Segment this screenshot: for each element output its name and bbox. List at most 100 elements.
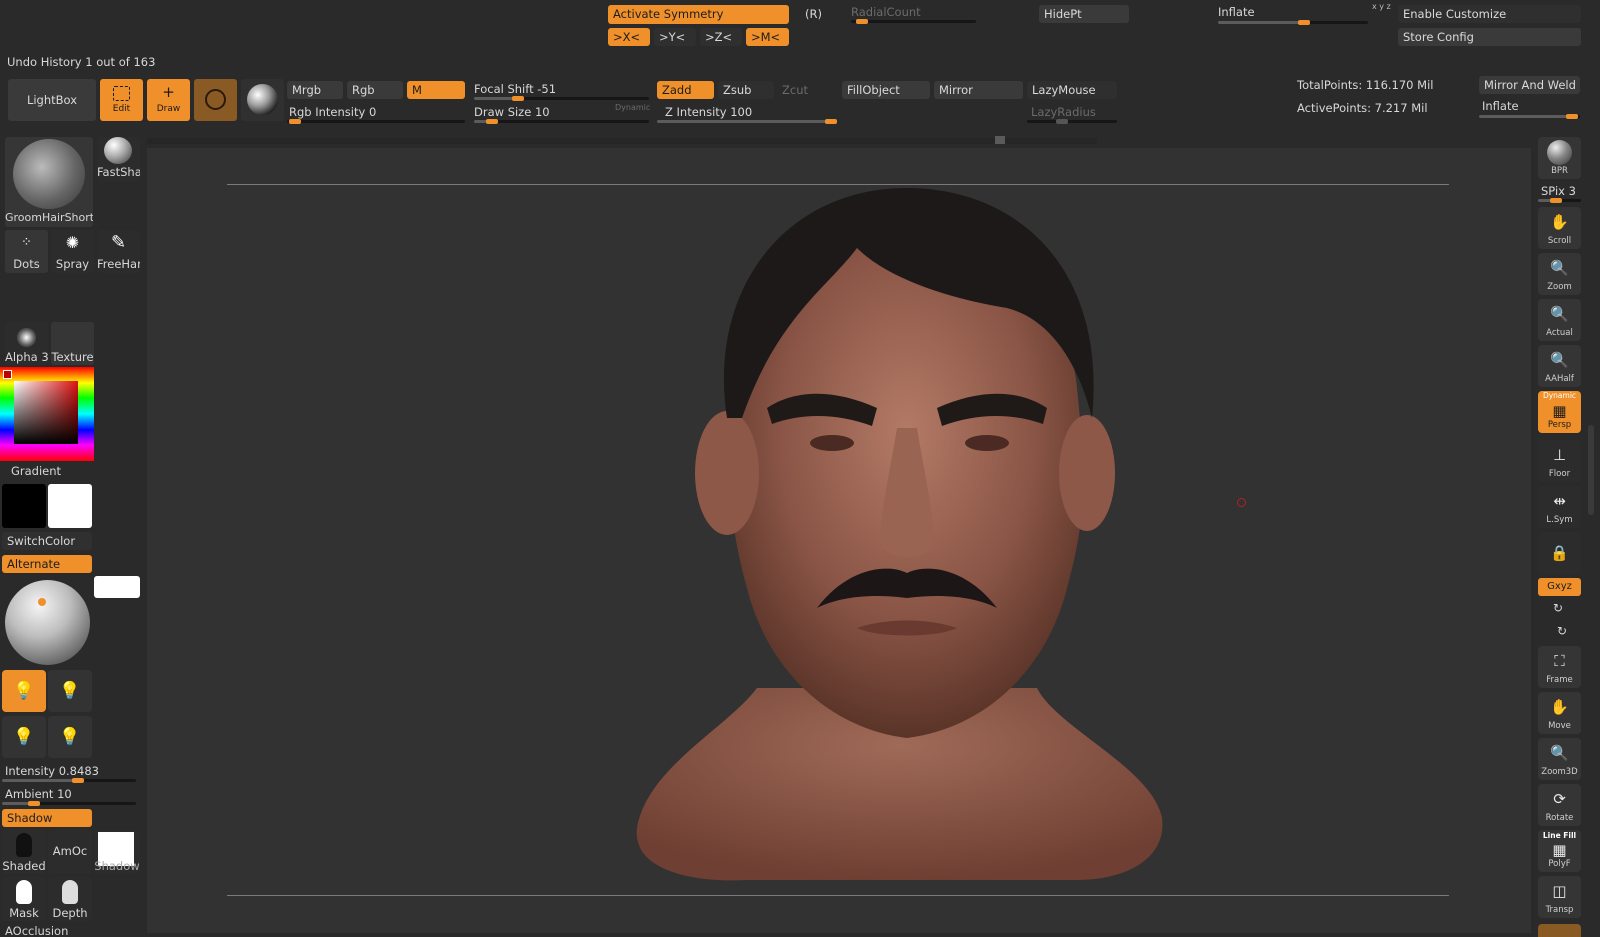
inflate-top-slider[interactable] — [1218, 20, 1368, 25]
z-intensity-slider[interactable] — [657, 119, 837, 124]
dynamic-label[interactable]: Dynamic — [615, 103, 650, 112]
material-button[interactable] — [241, 79, 284, 121]
edit-button[interactable]: Edit — [100, 79, 143, 121]
lazy-radius-slider[interactable] — [1027, 119, 1117, 124]
axis-m-button[interactable]: >M< — [746, 28, 789, 46]
shadow-thumb-label: Shadow — [94, 859, 140, 873]
spray-stroke-button[interactable]: ✺ Spray — [51, 230, 94, 273]
transp-icon: ◫ — [1552, 882, 1567, 900]
zsub-button[interactable]: Zsub — [718, 81, 774, 99]
hide-pt-button[interactable]: HidePt — [1039, 5, 1129, 23]
actual-button[interactable]: 🔍 Actual — [1538, 299, 1581, 341]
xyz-rotate-button[interactable]: Gxyz — [1538, 578, 1581, 596]
radial-count-track[interactable] — [851, 19, 976, 24]
lsym-button[interactable]: ⇹ L.Sym — [1538, 486, 1581, 528]
light-position-handle[interactable] — [38, 598, 46, 606]
aahalf-magnifier-icon: 🔍 — [1550, 351, 1569, 369]
color-picker-square[interactable] — [14, 381, 78, 444]
floor-button[interactable]: ⊥ Floor — [1538, 440, 1581, 482]
mirror-button[interactable]: Mirror — [934, 81, 1023, 99]
depth-render-button[interactable]: Depth — [48, 877, 92, 921]
move-mode-button[interactable] — [194, 79, 237, 121]
scroll-button[interactable]: ✋ Scroll — [1538, 207, 1581, 249]
enable-customize-button[interactable]: Enable Customize — [1398, 5, 1581, 23]
texture-button[interactable]: Texture — [51, 322, 94, 365]
z-intensity-label: Z Intensity 100 — [665, 105, 753, 119]
zoom-button[interactable]: 🔍 Zoom — [1538, 253, 1581, 295]
zoom-magnifier-icon: 🔍 — [1550, 259, 1569, 277]
main-color-swatch[interactable] — [2, 484, 46, 528]
color-picker[interactable] — [0, 367, 94, 461]
rotate-z-icon[interactable]: ↻ — [1557, 624, 1567, 638]
light-1-bulb-icon[interactable]: 💡 — [2, 670, 46, 712]
rotate-button[interactable]: ⟳ Rotate — [1538, 784, 1581, 826]
ambient-slider[interactable] — [2, 801, 136, 806]
transp-button[interactable]: ◫ Transp — [1538, 876, 1581, 918]
xyz-glyph: x y z — [1372, 2, 1391, 11]
bpr-button[interactable]: BPR — [1538, 137, 1581, 179]
lazy-mouse-button[interactable]: LazyMouse — [1027, 81, 1117, 99]
axis-x-button[interactable]: >X< — [608, 28, 650, 46]
move-button[interactable]: ✋ Move — [1538, 692, 1581, 734]
aahalf-label: AAHalf — [1545, 374, 1574, 384]
aahalf-button[interactable]: 🔍 AAHalf — [1538, 345, 1581, 387]
alternate-button[interactable]: Alternate — [2, 555, 92, 573]
radial-count-slider[interactable]: RadialCount — [851, 5, 921, 19]
right-panel-partial-button[interactable] — [1538, 924, 1581, 937]
axis-y-button[interactable]: >Y< — [654, 28, 696, 46]
focal-shift-slider[interactable] — [474, 96, 649, 101]
document-canvas[interactable] — [147, 148, 1531, 933]
light-sphere[interactable] — [5, 580, 90, 665]
switch-color-button[interactable]: SwitchColor — [2, 532, 92, 550]
radial-r-toggle[interactable]: (R) — [805, 7, 822, 21]
zadd-button[interactable]: Zadd — [657, 81, 714, 99]
freehand-stroke-button[interactable]: ✎ FreeHar — [97, 230, 140, 273]
mask-render-button[interactable]: Mask — [2, 877, 46, 921]
light-3-bulb-icon[interactable]: 💡 — [2, 716, 46, 758]
secondary-color-swatch[interactable] — [48, 484, 92, 528]
zoom3d-button[interactable]: 🔍 Zoom3D — [1538, 738, 1581, 780]
polyf-button[interactable]: Line Fill ▦ PolyF — [1538, 830, 1581, 872]
light-intensity-label: Intensity 0.8483 — [5, 764, 99, 778]
draw-button[interactable]: + Draw — [147, 79, 190, 121]
fast-shader-icon — [104, 137, 132, 164]
rgb-button[interactable]: Rgb — [347, 81, 403, 99]
mrgb-button[interactable]: Mrgb — [287, 81, 343, 99]
rgb-intensity-slider[interactable] — [287, 119, 465, 124]
fast-shader-button[interactable]: FastSha — [97, 137, 140, 181]
draw-size-slider[interactable] — [474, 119, 649, 124]
lightbox-button[interactable]: LightBox — [8, 79, 96, 121]
activate-symmetry-button[interactable]: Activate Symmetry — [608, 5, 789, 24]
fill-object-button[interactable]: FillObject — [842, 81, 930, 99]
spix-slider[interactable] — [1538, 198, 1581, 203]
inflate-slider[interactable] — [1479, 114, 1580, 119]
move-label: Move — [1548, 721, 1571, 731]
lock-button[interactable]: 🔒 — [1538, 532, 1581, 574]
light-color-swatch[interactable] — [94, 576, 140, 598]
current-brush-button[interactable]: GroomHairShort — [5, 137, 93, 227]
frame-button[interactable]: ⛶ Frame — [1538, 646, 1581, 688]
shaded-render-button[interactable]: Shaded — [2, 830, 46, 874]
alpha-button[interactable]: Alpha 3 — [5, 322, 48, 365]
rotate-y-icon[interactable]: ↻ — [1553, 601, 1563, 615]
shelf-scroll-track[interactable] — [147, 138, 1097, 144]
axis-z-button[interactable]: >Z< — [700, 28, 742, 46]
texture-label: Texture — [51, 350, 94, 364]
aocclusion-label[interactable]: AOcclusion — [5, 924, 68, 937]
shelf-scroll-handle[interactable] — [995, 136, 1005, 144]
light-intensity-slider[interactable] — [2, 778, 136, 783]
persp-button[interactable]: Dynamic ▦ Persp — [1538, 391, 1581, 433]
dots-stroke-button[interactable]: ⁘ Dots — [5, 230, 48, 273]
light-2-bulb-icon[interactable]: 💡 — [48, 670, 92, 712]
amoc-render-button[interactable]: AmOc — [48, 830, 92, 874]
shadow-render-button[interactable]: Shadow — [94, 830, 140, 874]
gradient-toggle[interactable]: Gradient — [11, 464, 61, 478]
shadow-button[interactable]: Shadow — [2, 809, 92, 827]
mirror-and-weld-button[interactable]: Mirror And Weld — [1479, 76, 1580, 94]
zcut-button[interactable]: Zcut — [782, 83, 808, 97]
inflate-label: Inflate — [1482, 99, 1519, 113]
store-config-button[interactable]: Store Config — [1398, 28, 1581, 46]
m-button[interactable]: M — [407, 81, 465, 99]
light-4-bulb-icon[interactable]: 💡 — [48, 716, 92, 758]
right-edge-tab[interactable] — [1588, 425, 1594, 515]
